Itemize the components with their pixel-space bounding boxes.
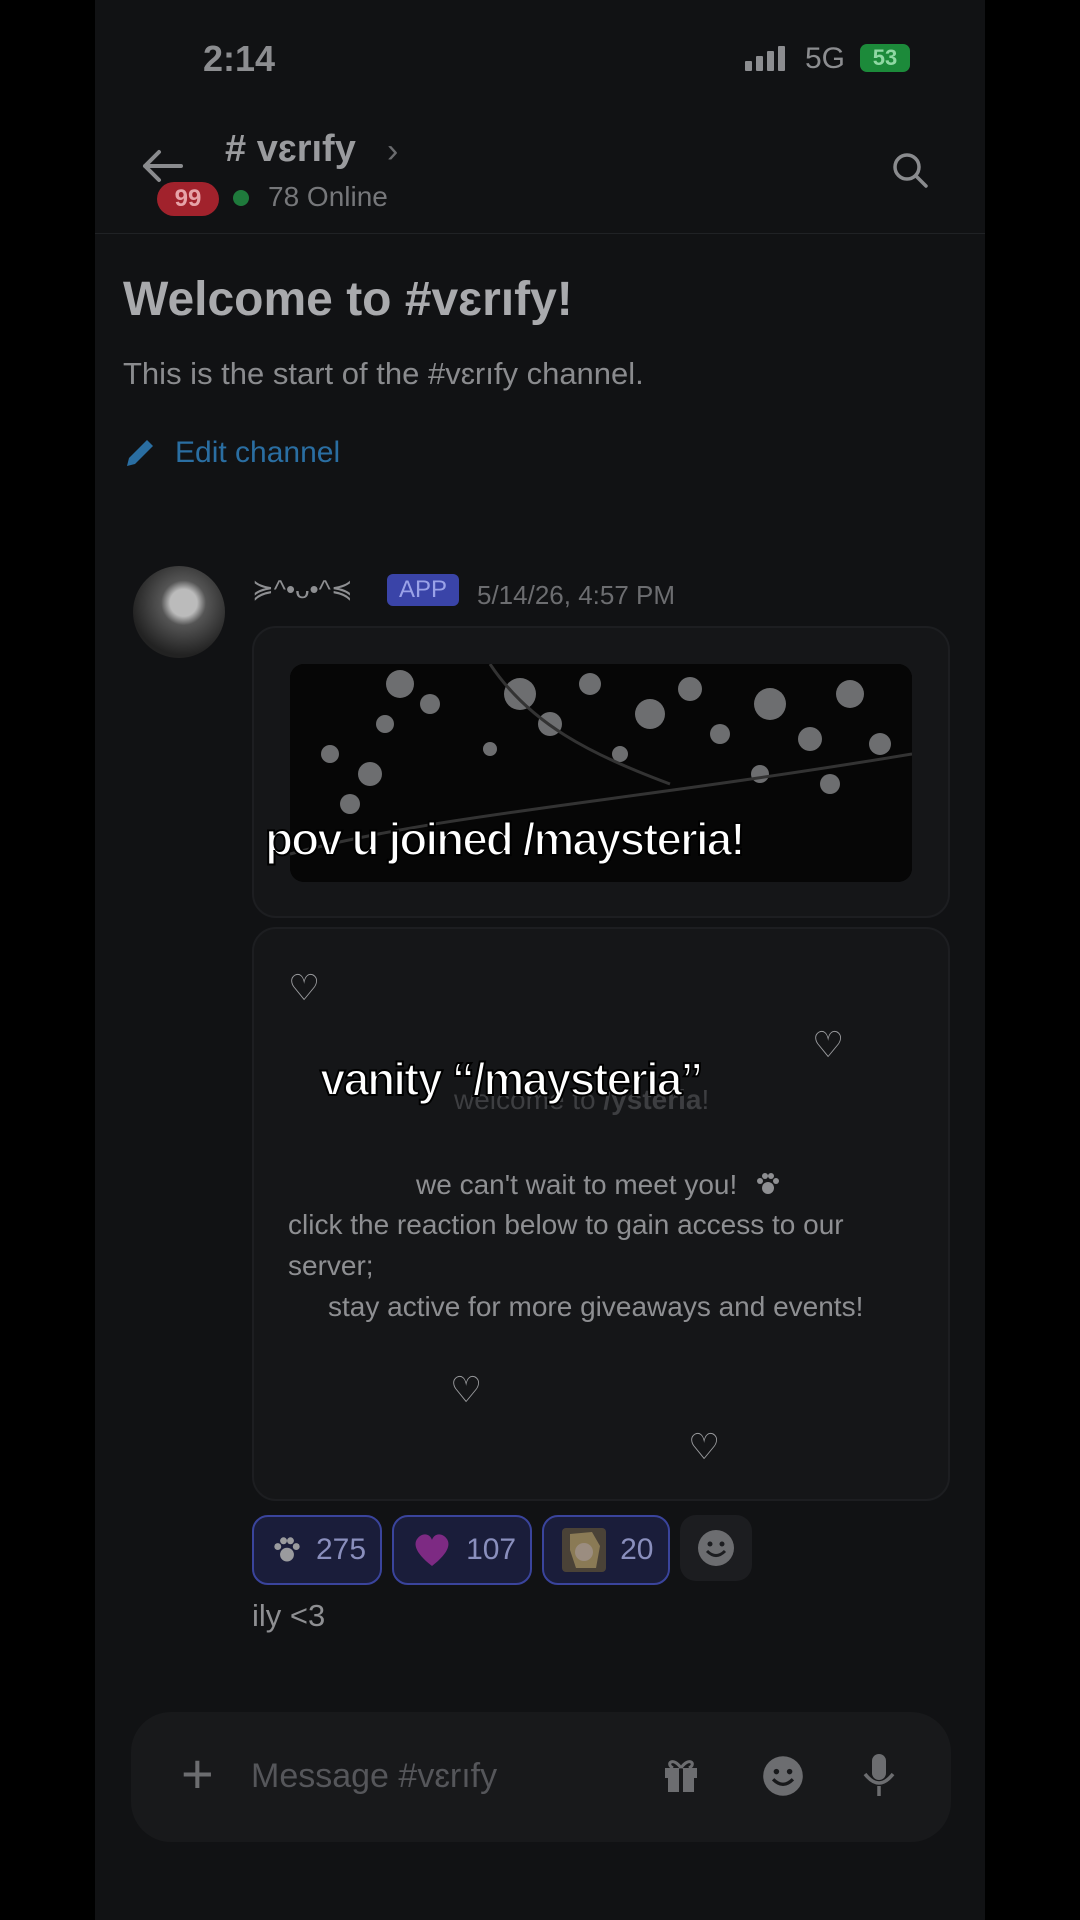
caption-overlay-1: pov u joined /maysteria!: [264, 812, 747, 866]
unread-badge: 99: [157, 182, 219, 216]
reaction-count: 20: [620, 1533, 654, 1566]
gift-icon[interactable]: [661, 1754, 701, 1794]
embed-line-click: click the reaction below to gain access …: [288, 1209, 844, 1240]
heart-icon: ♡: [812, 1024, 845, 1065]
embed-line-stay: stay active for more giveaways and event…: [328, 1291, 864, 1322]
emoji-icon[interactable]: [761, 1754, 805, 1798]
pencil-icon: [127, 440, 153, 466]
paw-icon: [757, 1173, 780, 1194]
mic-icon[interactable]: [861, 1752, 897, 1798]
message-text: ily <3: [252, 1598, 326, 1633]
network-type: 5G: [805, 42, 846, 75]
app-screen: 2:14 5G 53 99 # vɛrıfy › 78 Online Welco…: [95, 0, 985, 1920]
anime-character-icon: [562, 1528, 607, 1572]
message-timestamp: 5/14/26, 4:57 PM: [477, 580, 676, 610]
avatar[interactable]: [133, 566, 225, 658]
reaction-character[interactable]: 20: [542, 1515, 670, 1585]
online-count: 78 Online: [268, 181, 388, 212]
add-reaction-icon: [697, 1530, 734, 1566]
heart-icon: ♡: [688, 1426, 721, 1467]
online-dot-icon: [233, 190, 249, 206]
image-embed: [252, 626, 950, 918]
channel-header: 99 # vɛrıfy › 78 Online: [95, 110, 985, 234]
heart-icon: ♡: [288, 967, 321, 1008]
channel-name[interactable]: # vɛrıfy: [225, 128, 356, 171]
embed-line-meet: we can't wait to meet you!: [416, 1169, 781, 1201]
message-composer: + Message #vɛrıfy: [131, 1712, 951, 1842]
heart-icon: ♡: [450, 1369, 483, 1410]
purple-heart-icon: [415, 1534, 449, 1566]
status-bar: 2:14 5G 53: [95, 0, 985, 110]
reaction-paw[interactable]: 275: [252, 1515, 383, 1585]
chevron-right-icon[interactable]: ›: [387, 132, 398, 171]
plus-icon[interactable]: +: [181, 1746, 214, 1802]
paw-icon: [274, 1537, 300, 1562]
caption-overlay-2: vanity “/maysteria”: [319, 1052, 704, 1106]
signal-icon: [745, 46, 785, 71]
reaction-bar: 275 107 20: [252, 1515, 752, 1585]
edit-channel-label: Edit channel: [175, 436, 341, 469]
status-time: 2:14: [203, 38, 276, 79]
add-reaction-button[interactable]: [679, 1515, 752, 1581]
welcome-embed: ♡ ♡ ♡ ♡ welcome to /ysteria! we can't wa…: [252, 927, 950, 1501]
reaction-count: 107: [466, 1533, 517, 1566]
reaction-heart[interactable]: 107: [392, 1515, 533, 1585]
channel-start-text: This is the start of the #vɛrıfy channel…: [123, 356, 644, 391]
welcome-title: Welcome to #vɛrıfy!: [123, 273, 573, 326]
message-author[interactable]: ≽^•ᴗ•^≼: [252, 574, 353, 605]
edit-channel-link[interactable]: Edit channel: [123, 436, 340, 470]
reaction-count: 275: [316, 1533, 367, 1566]
search-icon[interactable]: [890, 150, 930, 190]
embed-line-server: server;: [288, 1250, 374, 1281]
battery-indicator: 53: [860, 44, 910, 72]
message-input[interactable]: Message #vɛrıfy: [251, 1757, 497, 1796]
back-arrow-icon[interactable]: [137, 146, 185, 186]
app-badge: APP: [387, 574, 460, 606]
